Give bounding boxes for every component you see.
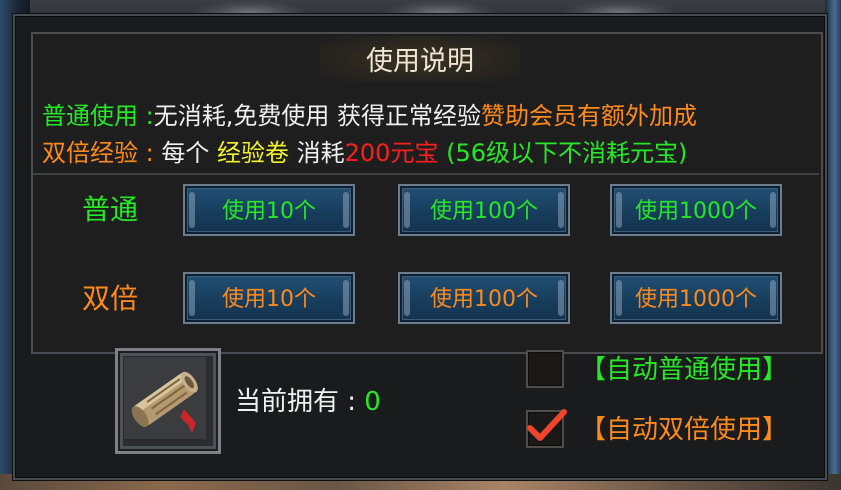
owned-count: 当前拥有 : 0 [235, 381, 381, 418]
exp-scroll-name: 经验卷 [217, 139, 289, 167]
window-right-frame [825, 0, 841, 490]
dialog-title: 使用说明 [366, 46, 474, 77]
checkmark-icon [527, 409, 567, 441]
owned-value: 0 [364, 387, 381, 417]
double-use-10-button[interactable]: 使用10个 [183, 272, 355, 324]
double-use-100-button[interactable]: 使用100个 [398, 272, 570, 324]
double-exp-label: 双倍经验 : [42, 139, 154, 167]
item-slot[interactable] [115, 348, 221, 454]
double-exp-text-a: 每个 [161, 139, 210, 167]
normal-use-10-button[interactable]: 使用10个 [183, 184, 355, 236]
exp-scroll-dialog: 使用说明 普通使用 :无消耗,免费使用 获得正常经验赞助会员有额外加成 双倍经验… [13, 14, 827, 480]
level-exemption-note: (56级以下不消耗元宝) [446, 139, 688, 167]
auto-normal-checkbox[interactable] [526, 350, 564, 388]
normal-use-1000-button[interactable]: 使用1000个 [610, 184, 782, 236]
auto-normal-label[interactable]: 【自动普通使用】 [580, 349, 788, 386]
exp-scroll-icon [124, 357, 206, 439]
double-exp-description: 双倍经验 : 每个 经验卷 消耗200元宝 (56级以下不消耗元宝) [42, 133, 687, 168]
owned-label: 当前拥有 : [235, 387, 357, 417]
normal-use-description: 普通使用 :无消耗,免费使用 获得正常经验赞助会员有额外加成 [42, 96, 697, 131]
double-row-label: 双倍 [81, 282, 138, 315]
normal-use-label: 普通使用 : [42, 102, 154, 130]
divider [33, 173, 819, 175]
normal-row-label: 普通 [81, 193, 138, 226]
normal-use-text: 无消耗,免费使用 获得正常经验 [153, 102, 481, 130]
normal-use-100-button[interactable]: 使用100个 [398, 184, 570, 236]
double-exp-text-b: 消耗 [296, 139, 345, 167]
auto-double-checkbox[interactable] [526, 409, 567, 448]
ingot-cost: 200元宝 [344, 139, 439, 167]
double-use-1000-button[interactable]: 使用1000个 [610, 272, 782, 324]
auto-double-label[interactable]: 【自动双倍使用】 [580, 409, 788, 446]
vip-bonus-text: 赞助会员有额外加成 [480, 102, 697, 130]
